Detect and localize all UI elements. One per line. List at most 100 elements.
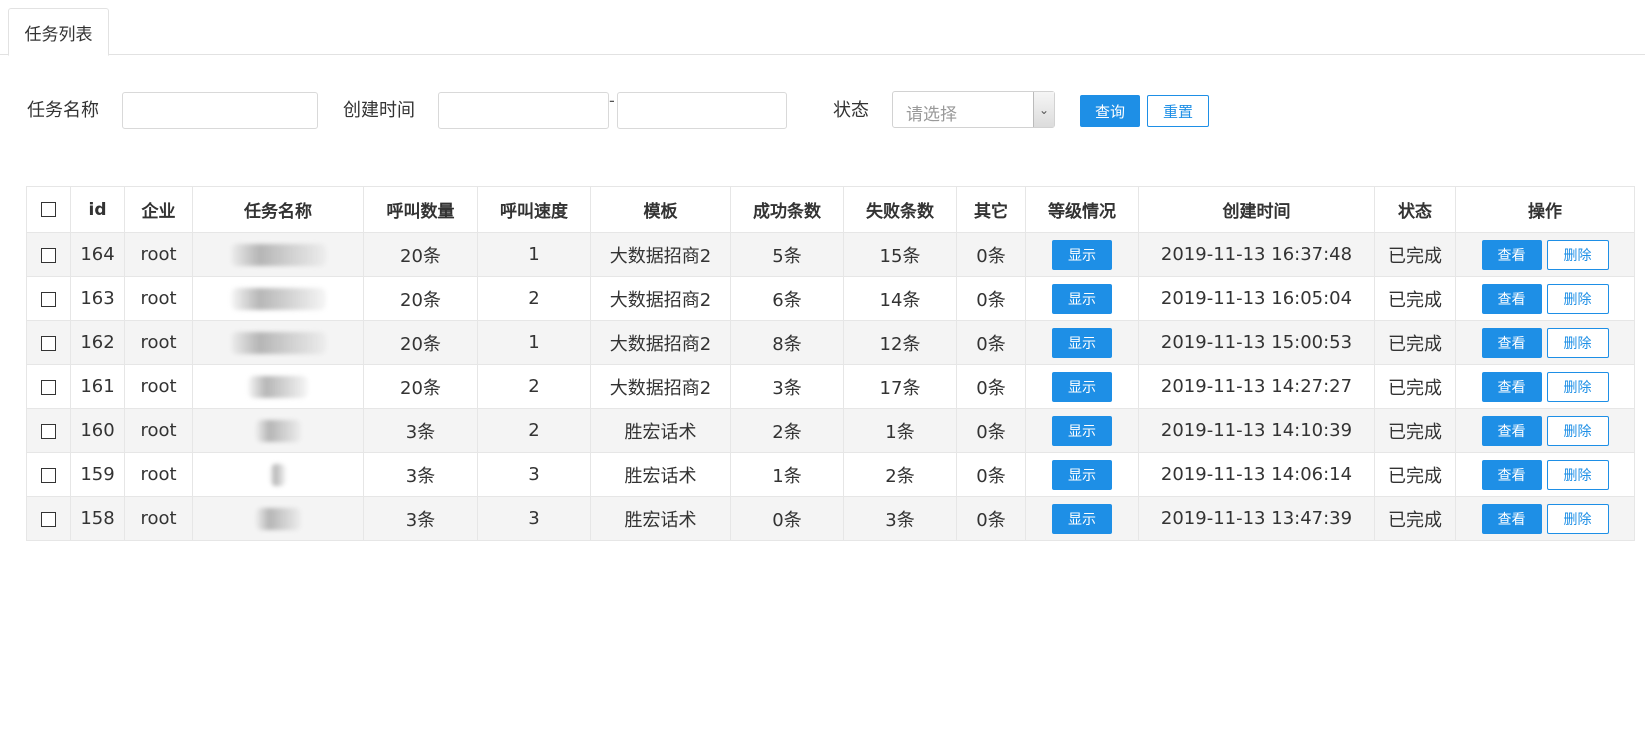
cell-company: root [124, 408, 193, 453]
row-checkbox[interactable] [41, 511, 56, 527]
cell-template: 胜宏话术 [590, 452, 731, 497]
show-level-button[interactable]: 显示 [1052, 459, 1112, 490]
column-header: 呼叫数量 [363, 186, 478, 233]
cell-level: 显示 [1025, 232, 1139, 277]
cell-call-count: 3条 [363, 452, 478, 497]
cell-success: 8条 [730, 320, 844, 365]
chevron-down-icon[interactable]: ⌄ [1033, 92, 1054, 127]
status-select[interactable]: 请选择 ⌄ [892, 91, 1055, 128]
cell-id: 162 [70, 320, 125, 365]
select-all-checkbox[interactable] [41, 202, 56, 217]
view-button[interactable]: 查看 [1481, 503, 1542, 534]
cell-id: 161 [70, 364, 125, 409]
row-checkbox[interactable] [41, 335, 56, 351]
cell-call-speed: 3 [477, 496, 591, 541]
cell-success: 2条 [730, 408, 844, 453]
cell-call-speed: 1 [477, 320, 591, 365]
cell-level: 显示 [1025, 320, 1139, 365]
task-name-label: 任务名称 [27, 100, 99, 121]
tab-task-list[interactable]: 任务列表 [8, 8, 109, 56]
cell-created: 2019-11-13 16:05:04 [1138, 276, 1375, 321]
cell-call-speed: 2 [477, 364, 591, 409]
column-header: 模板 [590, 186, 731, 233]
column-header: 成功条数 [730, 186, 844, 233]
cell-level: 显示 [1025, 364, 1139, 409]
cell-template: 胜宏话术 [590, 496, 731, 541]
task-name-input[interactable] [122, 92, 318, 129]
cell-success: 0条 [730, 496, 844, 541]
delete-button[interactable]: 删除 [1546, 283, 1609, 314]
row-checkbox[interactable] [41, 379, 56, 395]
cell-fail: 3条 [843, 496, 957, 541]
view-button[interactable]: 查看 [1481, 415, 1542, 446]
cell-actions: 查看 删除 [1455, 232, 1635, 277]
column-header: 其它 [956, 186, 1026, 233]
table-row: 162 root 20条 1 大数据招商2 8条 12条 0条 显示 2019-… [26, 320, 1635, 365]
select-all-cell[interactable] [26, 186, 71, 233]
cell-status: 已完成 [1374, 320, 1456, 365]
cell-company: root [124, 496, 193, 541]
cell-company: root [124, 276, 193, 321]
redacted-task-name [255, 419, 301, 442]
delete-button[interactable]: 删除 [1546, 239, 1609, 270]
delete-button[interactable]: 删除 [1546, 371, 1609, 402]
show-level-button[interactable]: 显示 [1052, 503, 1112, 534]
show-level-button[interactable]: 显示 [1052, 415, 1112, 446]
column-header: 呼叫速度 [477, 186, 591, 233]
show-level-button[interactable]: 显示 [1052, 283, 1112, 314]
cell-fail: 1条 [843, 408, 957, 453]
cell-status: 已完成 [1374, 408, 1456, 453]
cell-created: 2019-11-13 15:00:53 [1138, 320, 1375, 365]
cell-fail: 14条 [843, 276, 957, 321]
query-button[interactable]: 查询 [1080, 95, 1140, 127]
cell-id: 159 [70, 452, 125, 497]
cell-template: 大数据招商2 [590, 364, 731, 409]
column-header: id [70, 186, 125, 233]
delete-button[interactable]: 删除 [1546, 459, 1609, 490]
create-time-end-input[interactable] [617, 92, 787, 129]
view-button[interactable]: 查看 [1481, 283, 1542, 314]
column-header: 企业 [124, 186, 193, 233]
column-header: 失败条数 [843, 186, 957, 233]
table-header-row: id 企业 任务名称 呼叫数量 呼叫速度 模板 成功条数 失败条数 其它 等级情… [26, 186, 1635, 233]
row-checkbox[interactable] [41, 291, 56, 307]
delete-button[interactable]: 删除 [1546, 415, 1609, 446]
status-select-value: 请选择 [906, 105, 957, 125]
create-time-label: 创建时间 [343, 100, 415, 121]
cell-company: root [124, 232, 193, 277]
cell-status: 已完成 [1374, 232, 1456, 277]
cell-call-speed: 2 [477, 408, 591, 453]
cell-fail: 15条 [843, 232, 957, 277]
create-time-start-input[interactable] [438, 92, 609, 129]
cell-call-count: 20条 [363, 320, 478, 365]
cell-created: 2019-11-13 14:27:27 [1138, 364, 1375, 409]
row-checkbox[interactable] [41, 247, 56, 263]
cell-template: 大数据招商2 [590, 276, 731, 321]
view-button[interactable]: 查看 [1481, 459, 1542, 490]
table-row: 161 root 20条 2 大数据招商2 3条 17条 0条 显示 2019-… [26, 364, 1635, 409]
show-level-button[interactable]: 显示 [1052, 239, 1112, 270]
row-checkbox[interactable] [41, 423, 56, 439]
cell-success: 5条 [730, 232, 844, 277]
redacted-task-name [270, 463, 286, 486]
row-checkbox[interactable] [41, 467, 56, 483]
cell-status: 已完成 [1374, 364, 1456, 409]
delete-button[interactable]: 删除 [1546, 503, 1609, 534]
cell-created: 2019-11-13 13:47:39 [1138, 496, 1375, 541]
cell-other: 0条 [956, 408, 1026, 453]
view-button[interactable]: 查看 [1481, 371, 1542, 402]
delete-button[interactable]: 删除 [1546, 327, 1609, 358]
view-button[interactable]: 查看 [1481, 327, 1542, 358]
cell-task-name [192, 276, 364, 321]
show-level-button[interactable]: 显示 [1052, 371, 1112, 402]
show-level-button[interactable]: 显示 [1052, 327, 1112, 358]
table-row: 163 root 20条 2 大数据招商2 6条 14条 0条 显示 2019-… [26, 276, 1635, 321]
cell-actions: 查看 删除 [1455, 496, 1635, 541]
table-row: 158 root 3条 3 胜宏话术 0条 3条 0条 显示 2019-11-1… [26, 496, 1635, 541]
view-button[interactable]: 查看 [1481, 239, 1542, 270]
reset-button[interactable]: 重置 [1147, 95, 1209, 127]
cell-status: 已完成 [1374, 496, 1456, 541]
tab-bar: 任务列表 [0, 0, 1645, 56]
cell-level: 显示 [1025, 408, 1139, 453]
cell-task-name [192, 364, 364, 409]
